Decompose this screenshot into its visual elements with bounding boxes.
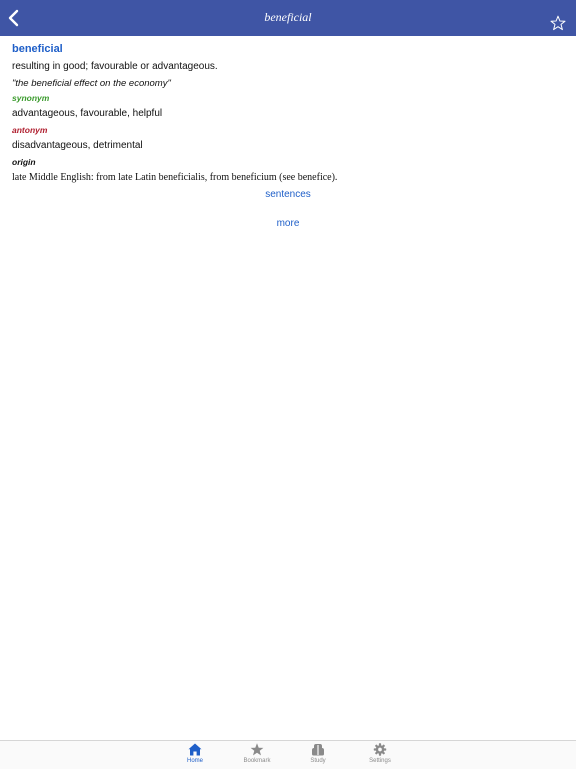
tab-study-label: Study bbox=[310, 758, 326, 764]
antonym-label: antonym bbox=[12, 125, 48, 135]
star-icon bbox=[250, 743, 264, 756]
sentences-link[interactable]: sentences bbox=[0, 189, 576, 200]
study-icon bbox=[312, 744, 324, 756]
tab-home-label: Home bbox=[186, 758, 203, 764]
tab-study[interactable]: Study bbox=[288, 743, 348, 769]
star-outline-icon bbox=[550, 15, 566, 31]
synonym-list: advantageous, favourable, helpful bbox=[12, 108, 163, 119]
more-link[interactable]: more bbox=[0, 218, 576, 229]
tab-bookmark[interactable]: Bookmark bbox=[227, 743, 287, 769]
bookmark-toggle-button[interactable] bbox=[550, 15, 566, 31]
tab-home[interactable]: Home bbox=[165, 743, 225, 769]
example-sentence: "the beneficial effect on the economy" bbox=[12, 78, 171, 89]
origin-label: origin bbox=[12, 157, 36, 167]
tab-settings[interactable]: Settings bbox=[350, 743, 410, 769]
antonym-list: disadvantageous, detrimental bbox=[12, 140, 143, 151]
tab-bar: Home Bookmark Study Settings bbox=[0, 740, 576, 769]
definition: resulting in good; favourable or advanta… bbox=[12, 61, 218, 72]
home-icon bbox=[188, 743, 202, 756]
page-title: beneficial bbox=[264, 10, 312, 24]
navigation-bar: beneficial bbox=[0, 0, 576, 36]
headword: beneficial bbox=[12, 43, 63, 55]
synonym-label: synonym bbox=[12, 93, 50, 103]
gear-icon bbox=[373, 743, 387, 756]
tab-settings-label: Settings bbox=[369, 758, 391, 764]
dictionary-entry: beneficial resulting in good; favourable… bbox=[12, 42, 564, 184]
tab-bookmark-label: Bookmark bbox=[243, 758, 271, 764]
origin-text: late Middle English: from late Latin ben… bbox=[12, 172, 338, 183]
